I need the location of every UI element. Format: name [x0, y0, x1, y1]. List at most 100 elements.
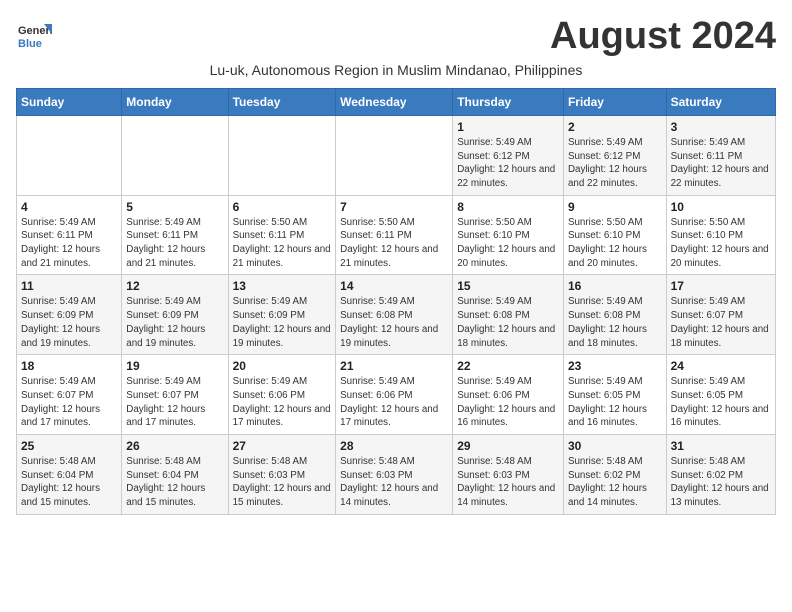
- day-number: 26: [126, 439, 223, 453]
- day-number: 4: [21, 200, 117, 214]
- calendar-cell: 3Sunrise: 5:49 AM Sunset: 6:11 PM Daylig…: [666, 115, 775, 195]
- day-number: 14: [340, 279, 448, 293]
- day-number: 5: [126, 200, 223, 214]
- calendar-week-0: 1Sunrise: 5:49 AM Sunset: 6:12 PM Daylig…: [17, 115, 776, 195]
- calendar-cell: 22Sunrise: 5:49 AM Sunset: 6:06 PM Dayli…: [453, 355, 564, 435]
- day-info: Sunrise: 5:48 AM Sunset: 6:03 PM Dayligh…: [233, 455, 332, 510]
- header-monday: Monday: [122, 88, 228, 115]
- day-info: Sunrise: 5:49 AM Sunset: 6:05 PM Dayligh…: [671, 375, 771, 430]
- calendar-cell: 15 Sunrise: 5:49 AM Sunset: 6:08 PM Dayli…: [453, 275, 564, 355]
- day-number: 28: [340, 439, 448, 453]
- day-number: 13: [233, 279, 332, 293]
- day-number: 7: [340, 200, 448, 214]
- calendar-cell: 31 Sunrise: 5:48 AM Sunset: 6:02 PM Dayli…: [666, 435, 775, 515]
- calendar-cell: 23Sunrise: 5:49 AM Sunset: 6:05 PM Dayli…: [563, 355, 666, 435]
- logo-icon: General Blue: [16, 20, 52, 56]
- day-info: Sunrise: 5:50 AM Sunset: 6:10 PM Dayligh…: [671, 216, 771, 271]
- day-info: Sunrise: 5:48 AM Sunset: 6:04 PM Dayligh…: [126, 455, 223, 510]
- calendar-cell: 21 Sunrise: 5:49 AM Sunset: 6:06 PM Dayli…: [336, 355, 453, 435]
- calendar-week-4: 25 Sunrise: 5:48 AM Sunset: 6:04 PM Dayli…: [17, 435, 776, 515]
- day-info: Sunrise: 5:49 AM Sunset: 6:06 PM Dayligh…: [233, 375, 332, 430]
- calendar-cell: 27 Sunrise: 5:48 AM Sunset: 6:03 PM Dayli…: [228, 435, 336, 515]
- header-friday: Friday: [563, 88, 666, 115]
- day-info: Sunrise: 5:49 AM Sunset: 6:12 PM Dayligh…: [457, 136, 559, 191]
- calendar-cell: 14 Sunrise: 5:49 AM Sunset: 6:08 PM Dayli…: [336, 275, 453, 355]
- day-info: Sunrise: 5:49 AM Sunset: 6:05 PM Dayligh…: [568, 375, 662, 430]
- calendar-cell: [122, 115, 228, 195]
- calendar-cell: [336, 115, 453, 195]
- day-number: 2: [568, 120, 662, 134]
- calendar-cell: 18 Sunrise: 5:49 AM Sunset: 6:07 PM Dayli…: [17, 355, 122, 435]
- day-info: Sunrise: 5:49 AM Sunset: 6:07 PM Dayligh…: [671, 295, 771, 350]
- header-tuesday: Tuesday: [228, 88, 336, 115]
- day-number: 6: [233, 200, 332, 214]
- calendar-header: Sunday Monday Tuesday Wednesday Thursday…: [17, 88, 776, 115]
- day-number: 18: [21, 359, 117, 373]
- day-number: 31: [671, 439, 771, 453]
- calendar-cell: 9Sunrise: 5:50 AM Sunset: 6:10 PM Daylig…: [563, 195, 666, 275]
- calendar-table: Sunday Monday Tuesday Wednesday Thursday…: [16, 88, 776, 515]
- day-info: Sunrise: 5:49 AM Sunset: 6:08 PM Dayligh…: [457, 295, 559, 350]
- day-info: Sunrise: 5:48 AM Sunset: 6:02 PM Dayligh…: [671, 455, 771, 510]
- day-info: Sunrise: 5:48 AM Sunset: 6:04 PM Dayligh…: [21, 455, 117, 510]
- calendar-week-1: 4 Sunrise: 5:49 AM Sunset: 6:11 PM Daylig…: [17, 195, 776, 275]
- calendar-cell: 8Sunrise: 5:50 AM Sunset: 6:10 PM Daylig…: [453, 195, 564, 275]
- day-number: 22: [457, 359, 559, 373]
- calendar-cell: 24 Sunrise: 5:49 AM Sunset: 6:05 PM Dayli…: [666, 355, 775, 435]
- day-number: 16: [568, 279, 662, 293]
- calendar-cell: 16 Sunrise: 5:49 AM Sunset: 6:08 PM Dayli…: [563, 275, 666, 355]
- day-number: 10: [671, 200, 771, 214]
- calendar-cell: 11 Sunrise: 5:49 AM Sunset: 6:09 PM Dayli…: [17, 275, 122, 355]
- day-info: Sunrise: 5:48 AM Sunset: 6:03 PM Dayligh…: [340, 455, 448, 510]
- day-info: Sunrise: 5:49 AM Sunset: 6:11 PM Dayligh…: [126, 216, 223, 271]
- day-number: 8: [457, 200, 559, 214]
- day-number: 25: [21, 439, 117, 453]
- calendar-cell: 28 Sunrise: 5:48 AM Sunset: 6:03 PM Dayli…: [336, 435, 453, 515]
- page-header: General Blue August 2024: [16, 16, 776, 58]
- day-info: Sunrise: 5:50 AM Sunset: 6:11 PM Dayligh…: [340, 216, 448, 271]
- day-number: 19: [126, 359, 223, 373]
- day-number: 20: [233, 359, 332, 373]
- day-info: Sunrise: 5:49 AM Sunset: 6:09 PM Dayligh…: [21, 295, 117, 350]
- day-info: Sunrise: 5:49 AM Sunset: 6:09 PM Dayligh…: [233, 295, 332, 350]
- day-info: Sunrise: 5:49 AM Sunset: 6:07 PM Dayligh…: [126, 375, 223, 430]
- calendar-cell: [17, 115, 122, 195]
- header-wednesday: Wednesday: [336, 88, 453, 115]
- subtitle: Lu-uk, Autonomous Region in Muslim Minda…: [210, 62, 583, 78]
- day-info: Sunrise: 5:49 AM Sunset: 6:08 PM Dayligh…: [568, 295, 662, 350]
- day-number: 9: [568, 200, 662, 214]
- svg-text:Blue: Blue: [18, 38, 42, 50]
- day-number: 11: [21, 279, 117, 293]
- day-number: 3: [671, 120, 771, 134]
- header-thursday: Thursday: [453, 88, 564, 115]
- calendar-cell: 1Sunrise: 5:49 AM Sunset: 6:12 PM Daylig…: [453, 115, 564, 195]
- day-info: Sunrise: 5:49 AM Sunset: 6:12 PM Dayligh…: [568, 136, 662, 191]
- calendar-cell: 2 Sunrise: 5:49 AM Sunset: 6:12 PM Daylig…: [563, 115, 666, 195]
- main-title: August 2024: [550, 16, 776, 58]
- header-sunday: Sunday: [17, 88, 122, 115]
- day-info: Sunrise: 5:49 AM Sunset: 6:09 PM Dayligh…: [126, 295, 223, 350]
- calendar-cell: 6 Sunrise: 5:50 AM Sunset: 6:11 PM Daylig…: [228, 195, 336, 275]
- day-number: 24: [671, 359, 771, 373]
- calendar-cell: 10 Sunrise: 5:50 AM Sunset: 6:10 PM Dayli…: [666, 195, 775, 275]
- day-number: 15: [457, 279, 559, 293]
- calendar-body: 1Sunrise: 5:49 AM Sunset: 6:12 PM Daylig…: [17, 115, 776, 514]
- calendar-week-3: 18 Sunrise: 5:49 AM Sunset: 6:07 PM Dayli…: [17, 355, 776, 435]
- day-info: Sunrise: 5:49 AM Sunset: 6:08 PM Dayligh…: [340, 295, 448, 350]
- header-row: Sunday Monday Tuesday Wednesday Thursday…: [17, 88, 776, 115]
- day-info: Sunrise: 5:49 AM Sunset: 6:07 PM Dayligh…: [21, 375, 117, 430]
- calendar-cell: 20 Sunrise: 5:49 AM Sunset: 6:06 PM Dayli…: [228, 355, 336, 435]
- calendar-cell: 4Sunrise: 5:49 AM Sunset: 6:11 PM Daylig…: [17, 195, 122, 275]
- day-info: Sunrise: 5:48 AM Sunset: 6:02 PM Dayligh…: [568, 455, 662, 510]
- calendar-cell: 5 Sunrise: 5:49 AM Sunset: 6:11 PM Daylig…: [122, 195, 228, 275]
- day-number: 21: [340, 359, 448, 373]
- calendar-cell: 26 Sunrise: 5:48 AM Sunset: 6:04 PM Dayli…: [122, 435, 228, 515]
- calendar-cell: 13 Sunrise: 5:49 AM Sunset: 6:09 PM Dayli…: [228, 275, 336, 355]
- day-number: 12: [126, 279, 223, 293]
- day-info: Sunrise: 5:50 AM Sunset: 6:11 PM Dayligh…: [233, 216, 332, 271]
- day-number: 17: [671, 279, 771, 293]
- day-number: 27: [233, 439, 332, 453]
- calendar-cell: 19 Sunrise: 5:49 AM Sunset: 6:07 PM Dayli…: [122, 355, 228, 435]
- calendar-week-2: 11 Sunrise: 5:49 AM Sunset: 6:09 PM Dayli…: [17, 275, 776, 355]
- day-info: Sunrise: 5:49 AM Sunset: 6:06 PM Dayligh…: [340, 375, 448, 430]
